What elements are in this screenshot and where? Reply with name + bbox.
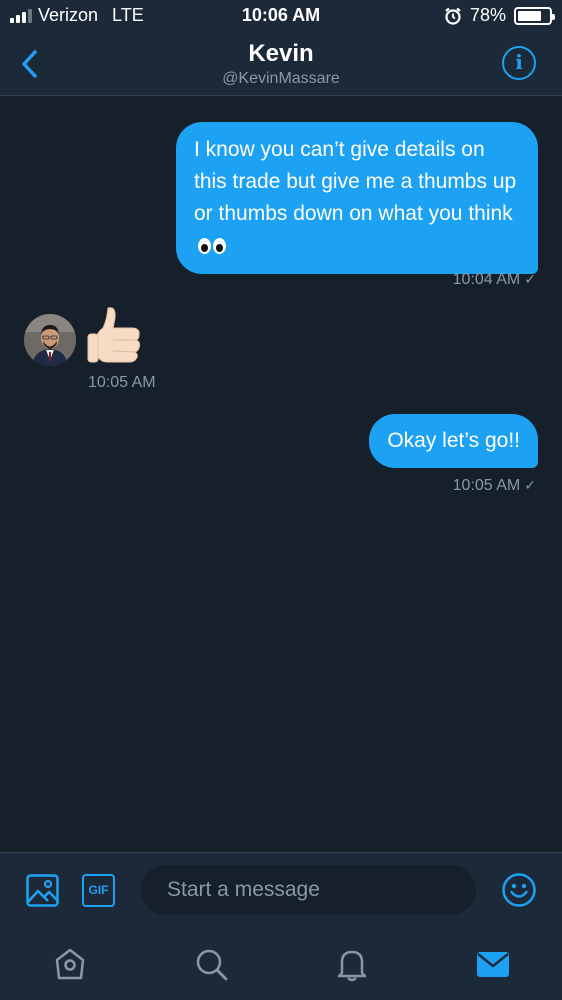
alarm-icon (445, 7, 461, 25)
battery-percent: 78% (469, 5, 506, 25)
message-timestamp: 10:05 AM ✓ (453, 477, 536, 495)
conversation-header: Kevin @KevinMassare i (0, 32, 562, 96)
notifications-icon[interactable] (334, 946, 370, 982)
info-icon[interactable]: i (502, 46, 536, 80)
message-input[interactable] (141, 865, 476, 915)
home-icon[interactable] (52, 946, 88, 982)
eyes-emoji-icon (198, 238, 226, 255)
search-icon[interactable] (193, 946, 229, 982)
message-timestamp: 10:04 AM ✓ (453, 271, 536, 289)
message-timestamp: 10:05 AM (88, 374, 156, 391)
messages-icon[interactable] (475, 946, 511, 982)
status-bar: Verizon LTE 10:06 AM 78% (0, 0, 562, 32)
sent-check-icon: ✓ (524, 478, 536, 494)
thumbs-up-emoji-icon[interactable] (86, 304, 144, 366)
message-bubble-outgoing[interactable]: I know you can’t give details on this tr… (176, 122, 538, 274)
sent-check-icon: ✓ (524, 272, 536, 288)
battery-icon (514, 6, 555, 25)
avatar[interactable] (24, 314, 76, 366)
gif-button[interactable]: GIF (82, 874, 115, 907)
contact-name[interactable]: Kevin (0, 40, 562, 68)
image-icon[interactable] (26, 874, 59, 907)
message-bubble-outgoing[interactable]: Okay let’s go!! (369, 414, 538, 468)
message-text: Okay let’s go!! (387, 429, 520, 452)
emoji-icon[interactable] (501, 872, 537, 908)
contact-handle[interactable]: @KevinMassare (0, 70, 562, 88)
message-composer: GIF (0, 852, 562, 928)
status-right: 78% (444, 5, 555, 26)
message-text: I know you can’t give details on this tr… (194, 138, 517, 225)
battery-fill (518, 10, 542, 21)
message-time: 10:04 AM (452, 271, 521, 288)
message-time: 10:05 AM (452, 477, 521, 494)
tab-bar (0, 928, 562, 1000)
